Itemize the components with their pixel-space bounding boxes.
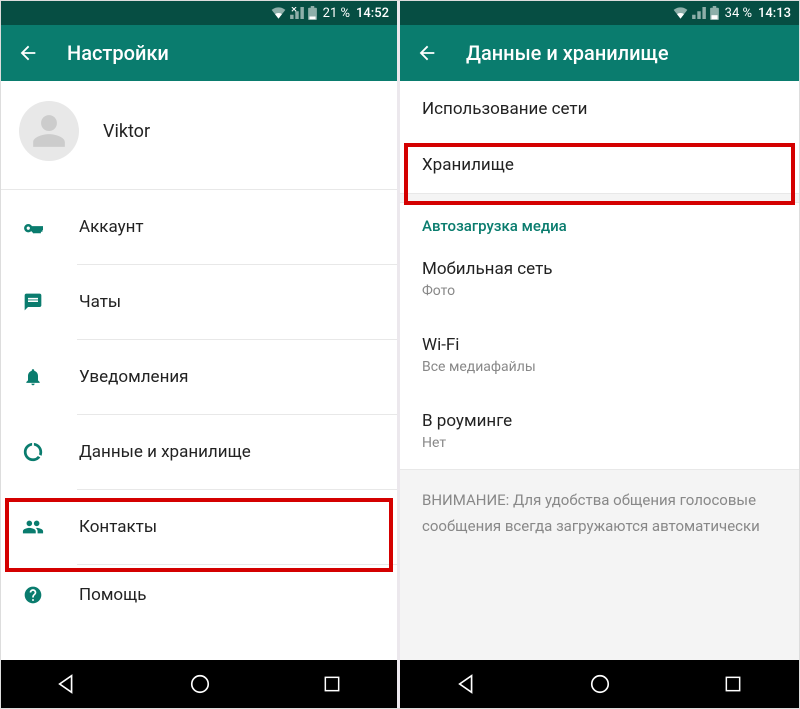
section-autodownload: Автозагрузка медиа: [400, 203, 799, 241]
menu-chats[interactable]: Чаты: [1, 265, 397, 339]
nav-recent-button[interactable]: [723, 674, 743, 694]
screen-settings: 21 % 14:52 Настройки Viktor Аккаунт Ч: [1, 1, 400, 708]
content-area: Использование сети Хранилище Автозагрузк…: [400, 81, 799, 660]
toolbar-title: Настройки: [67, 41, 169, 65]
status-bar: 21 % 14:52: [1, 1, 397, 25]
item-title: Хранилище: [422, 155, 777, 175]
menu-label: Данные и хранилище: [79, 442, 251, 462]
time-text: 14:52: [356, 6, 389, 21]
toolbar: Данные и хранилище: [400, 25, 799, 81]
item-subtitle: Нет: [422, 435, 777, 451]
item-title: Wi-Fi: [422, 335, 777, 355]
time-text: 14:13: [758, 6, 791, 21]
toolbar: Настройки: [1, 25, 397, 81]
item-wifi[interactable]: Wi-Fi Все медиафайлы: [400, 317, 799, 393]
note-autodownload: ВНИМАНИЕ: Для удобства общения голосовые…: [400, 469, 799, 660]
bell-icon: [19, 367, 47, 387]
item-subtitle: Фото: [422, 283, 777, 299]
screen-data-storage: 34 % 14:13 Данные и хранилище Использова…: [400, 1, 799, 708]
profile-name: Viktor: [103, 121, 150, 142]
chat-icon: [19, 292, 47, 312]
help-icon: [19, 585, 47, 605]
content-area: Viktor Аккаунт Чаты Уведомления: [1, 81, 397, 660]
menu-label: Чаты: [79, 292, 121, 312]
back-button[interactable]: [17, 42, 39, 64]
menu-label: Аккаунт: [79, 217, 144, 237]
nav-back-button[interactable]: [456, 673, 478, 695]
contacts-icon: [19, 517, 47, 537]
menu-contacts[interactable]: Контакты: [1, 490, 397, 564]
profile-row[interactable]: Viktor: [1, 81, 397, 189]
key-icon: [19, 217, 47, 237]
item-mobile[interactable]: Мобильная сеть Фото: [400, 241, 799, 317]
battery-text: 21 %: [323, 6, 350, 21]
item-title: Использование сети: [422, 99, 777, 119]
back-button[interactable]: [416, 42, 438, 64]
data-usage-icon: [19, 441, 47, 463]
nav-home-button[interactable]: [189, 673, 211, 695]
item-network-usage[interactable]: Использование сети: [400, 81, 799, 137]
battery-icon: [710, 6, 719, 20]
nav-recent-button[interactable]: [322, 674, 342, 694]
status-bar: 34 % 14:13: [400, 1, 799, 25]
wifi-icon: [271, 7, 286, 19]
menu-data-storage[interactable]: Данные и хранилище: [1, 415, 397, 489]
item-storage[interactable]: Хранилище: [400, 137, 799, 193]
wifi-icon: [673, 7, 688, 19]
section-gap: [400, 193, 799, 203]
navigation-bar: [400, 660, 799, 708]
item-subtitle: Все медиафайлы: [422, 359, 777, 375]
item-title: В роуминге: [422, 411, 777, 431]
menu-label: Помощь: [79, 585, 146, 605]
menu-account[interactable]: Аккаунт: [1, 190, 397, 264]
menu-help[interactable]: Помощь: [1, 565, 397, 625]
menu-label: Уведомления: [79, 367, 189, 387]
toolbar-title: Данные и хранилище: [466, 41, 669, 65]
battery-icon: [308, 6, 317, 20]
menu-label: Контакты: [79, 517, 157, 537]
item-roaming[interactable]: В роуминге Нет: [400, 393, 799, 469]
menu-notifications[interactable]: Уведомления: [1, 340, 397, 414]
signal-icon: [692, 7, 706, 19]
avatar: [19, 101, 79, 161]
navigation-bar: [1, 660, 397, 708]
item-title: Мобильная сеть: [422, 259, 777, 279]
nav-back-button[interactable]: [56, 673, 78, 695]
signal-icon: [290, 7, 304, 19]
battery-text: 34 %: [725, 6, 752, 21]
nav-home-button[interactable]: [589, 673, 611, 695]
